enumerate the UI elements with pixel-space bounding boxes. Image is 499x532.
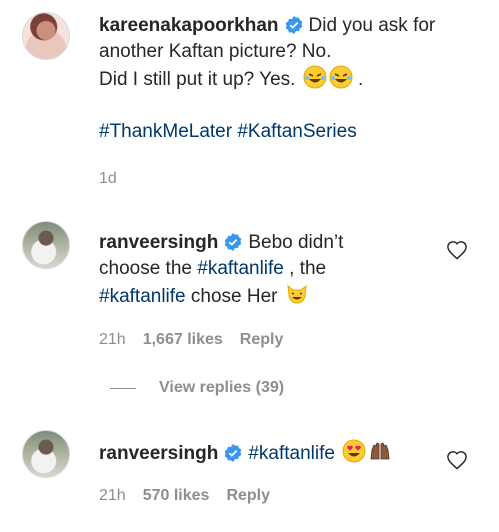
comment-meta: 21h 570 likes Reply [99,487,270,505]
hashtag-link[interactable]: #KaftanSeries [237,121,356,142]
comment-username[interactable]: kareenakapoorkhan [99,15,279,36]
comment-time[interactable]: 1d [99,170,117,188]
comment-body: ranveersingh #kaftanlife [99,439,392,467]
rofl-emoji [303,65,327,89]
divider [110,387,136,389]
comment-body: kareenakapoorkhan Did you ask for another… [99,13,435,145]
heart-icon[interactable] [446,450,468,470]
comment-meta: 21h 1,667 likes Reply [99,331,283,349]
raised-hands-emoji [370,442,390,460]
comment-text: another Kaftan picture? No. [99,41,332,62]
avatar[interactable] [22,430,70,478]
hashtag-link[interactable]: #kaftanlife [99,286,186,307]
comment-username[interactable]: ranveersingh [99,232,218,253]
comment-text: chose Her [185,286,278,307]
comment-time[interactable]: 21h [99,331,126,349]
cat-smile-emoji [287,284,307,304]
reply-button[interactable]: Reply [240,331,284,349]
avatar[interactable] [22,221,70,269]
verified-badge-icon [225,233,242,251]
comment-text: Bebo didn’t [248,232,344,253]
rofl-emoji [329,65,353,89]
reply-button[interactable]: Reply [226,487,270,505]
heart-eyes-emoji [342,439,366,463]
comment-text: choose the [99,258,192,279]
verified-badge-icon [285,16,302,34]
view-replies-button[interactable]: View replies (39) [110,379,284,397]
comment-username[interactable]: ranveersingh [99,443,218,464]
view-replies-label: View replies (39) [159,379,285,396]
hashtag-link[interactable]: #ThankMeLater [99,121,232,142]
comment-text: Did you ask for [308,15,436,36]
comment-text: Did I still put it up? Yes. [99,69,296,90]
verified-badge-icon [225,444,242,462]
heart-icon[interactable] [446,240,468,260]
comment-text: , the [283,258,327,279]
likes-count[interactable]: 1,667 likes [143,331,223,349]
avatar[interactable] [22,12,70,60]
comment-body: ranveersingh Bebo didn’t choose the #kaft… [99,230,343,310]
comment-meta: 1d [99,170,117,188]
hashtag-link[interactable]: #kaftanlife [248,443,335,464]
comment-time[interactable]: 21h [99,487,126,505]
comment-text: . [352,69,364,90]
likes-count[interactable]: 570 likes [143,487,210,505]
hashtag-link[interactable]: #kaftanlife [197,258,284,279]
